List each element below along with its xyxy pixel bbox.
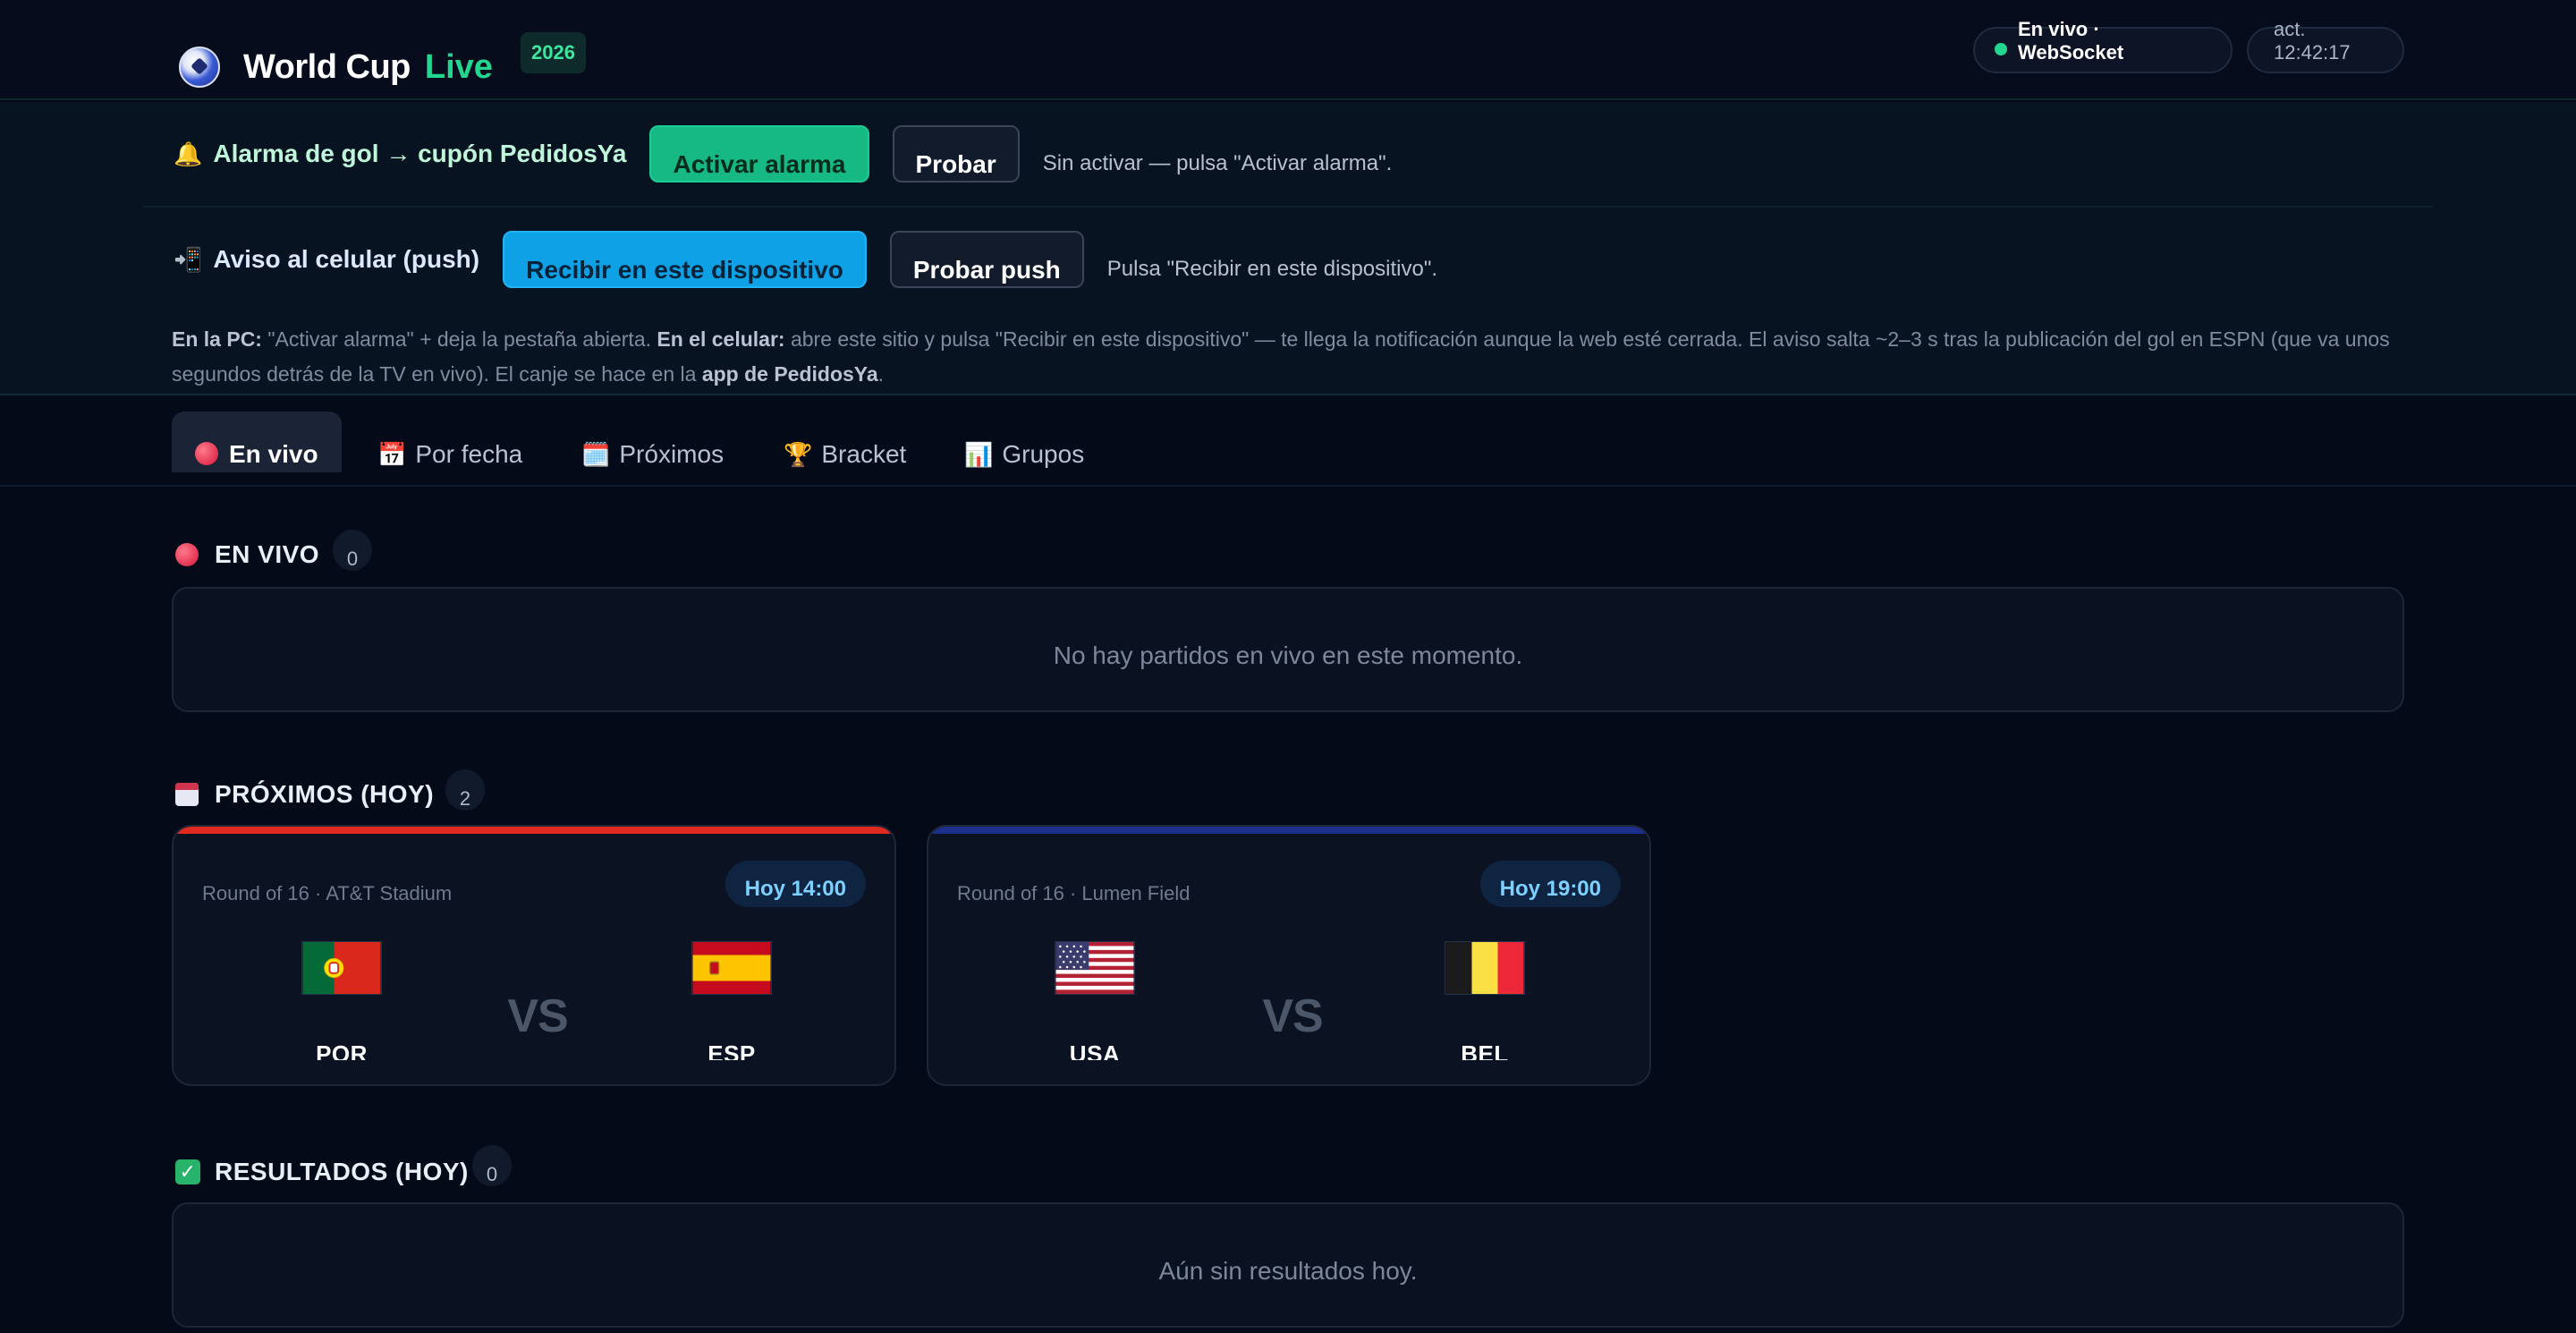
away-team-code: ESP (708, 1040, 756, 1060)
alarm-status-hint: Sin activar — pulsa "Activar alarma". (1042, 151, 1393, 175)
match-meta: Round of 16 · AT&T Stadium (202, 882, 453, 902)
home-team-code: USA (1069, 1040, 1121, 1060)
help-text: En la PC: "Activar alarma" + deja la pes… (172, 322, 2408, 392)
match-card[interactable]: Round of 16 · AT&T Stadium Hoy 14:00 POR… (172, 825, 896, 1086)
red-circle-icon (195, 442, 218, 465)
upcoming-section-title: PRÓXIMOS (HOY) (215, 780, 435, 808)
tab-label: Por fecha (415, 440, 523, 468)
away-team: BEL (1395, 941, 1574, 1060)
test-alarm-button[interactable]: Probar (892, 125, 1020, 183)
results-section-header: ✓ RESULTADOS (HOY) (175, 1158, 469, 1186)
tab-label: Próximos (619, 440, 724, 468)
brand-title-live: Live (424, 47, 493, 86)
match-card[interactable]: Round of 16 · Lumen Field Hoy 19:00 USA … (927, 825, 1651, 1086)
brand[interactable]: World Cup Live 2026 (179, 32, 586, 98)
notifications-panel: 🔔 Alarma de gol → cupón PedidosYa Activa… (0, 102, 2576, 395)
spain-flag-icon (691, 941, 772, 995)
tab-por-fecha[interactable]: 📅 Por fecha (354, 412, 546, 472)
connection-status-text: En vivo · WebSocket (2018, 18, 2124, 64)
year-badge: 2026 (521, 32, 586, 73)
help-pc-text: "Activar alarma" + deja la pestaña abier… (261, 327, 657, 351)
live-section-header: EN VIVO (175, 540, 319, 569)
tab-grupos[interactable]: 📊 Grupos (941, 412, 1107, 472)
home-team: USA (1005, 941, 1184, 1060)
upcoming-count-badge: 2 (445, 769, 485, 811)
status-dot-icon (1995, 43, 2007, 55)
help-pc-label: En la PC: (172, 327, 262, 351)
results-section-title: RESULTADOS (HOY) (215, 1158, 469, 1185)
live-empty-state: No hay partidos en vivo en este momento. (172, 587, 2404, 712)
versus-label: VS (1262, 990, 1323, 1042)
bell-icon: 🔔 (174, 140, 203, 167)
calendar-icon: 📅 (377, 441, 407, 468)
tab-proximos[interactable]: 🗓️ Próximos (558, 412, 747, 472)
card-accent-bar (928, 827, 1649, 834)
test-push-button[interactable]: Probar push (889, 231, 1084, 288)
soccer-ball-icon (179, 47, 220, 88)
receive-on-device-button[interactable]: Recibir en este dispositivo (503, 231, 867, 288)
portugal-flag-icon (301, 941, 382, 995)
push-title: Aviso al celular (push) (213, 245, 480, 273)
calendar-spiral-icon: 🗓️ (581, 441, 611, 468)
push-notification-row: 📲 Aviso al celular (push) Recibir en est… (174, 231, 1437, 288)
card-accent-bar (174, 827, 894, 834)
activate-alarm-button[interactable]: Activar alarma (649, 125, 869, 183)
help-end: . (877, 362, 885, 386)
away-team-code: BEL (1461, 1040, 1509, 1060)
results-empty-state: Aún sin resultados hoy. (172, 1202, 2404, 1328)
main-tabs: En vivo 📅 Por fecha 🗓️ Próximos 🏆 Bracke… (0, 395, 2576, 487)
versus-label: VS (507, 990, 568, 1042)
tab-bracket[interactable]: 🏆 Bracket (760, 412, 929, 472)
red-circle-icon (175, 543, 199, 566)
help-app-label: app de PedidosYa (701, 362, 878, 386)
help-phone-label: En el celular: (657, 327, 785, 351)
home-team-code: POR (316, 1040, 368, 1060)
kickoff-time-badge: Hoy 19:00 (1479, 861, 1621, 907)
tab-en-vivo[interactable]: En vivo (172, 412, 342, 472)
top-header: World Cup Live 2026 En vivo · WebSocket … (0, 0, 2576, 100)
trophy-icon: 🏆 (784, 441, 813, 468)
mobile-phone-arrow-icon: 📲 (174, 245, 203, 273)
calendar-icon (175, 783, 199, 806)
away-team: ESP (642, 941, 821, 1060)
panel-divider (143, 206, 2433, 208)
goal-alarm-row: 🔔 Alarma de gol → cupón PedidosYa Activa… (174, 125, 1392, 183)
brand-title: World Cup (243, 47, 411, 86)
home-team: POR (252, 941, 431, 1060)
kickoff-time-badge: Hoy 14:00 (724, 861, 866, 907)
bar-chart-icon: 📊 (964, 441, 994, 468)
check-mark-icon: ✓ (175, 1159, 200, 1184)
usa-flag-icon (1055, 941, 1135, 995)
belgium-flag-icon (1445, 941, 1525, 995)
tab-label: En vivo (229, 440, 318, 468)
tab-label: Bracket (821, 440, 907, 468)
last-updated-text: act. 12:42:17 (2274, 18, 2351, 64)
push-status-hint: Pulsa "Recibir en este dispositivo". (1106, 257, 1438, 281)
live-count-badge: 0 (333, 530, 372, 571)
live-section-title: EN VIVO (215, 540, 320, 568)
match-meta: Round of 16 · Lumen Field (957, 882, 1191, 902)
results-count-badge: 0 (472, 1145, 512, 1186)
tab-label: Grupos (1002, 440, 1085, 468)
goal-alarm-title: Alarma de gol → cupón PedidosYa (213, 140, 627, 167)
connection-status-pill: En vivo · WebSocket (1973, 18, 2233, 73)
last-updated-pill: act. 12:42:17 (2247, 18, 2404, 73)
upcoming-section-header: PRÓXIMOS (HOY) (175, 780, 434, 809)
